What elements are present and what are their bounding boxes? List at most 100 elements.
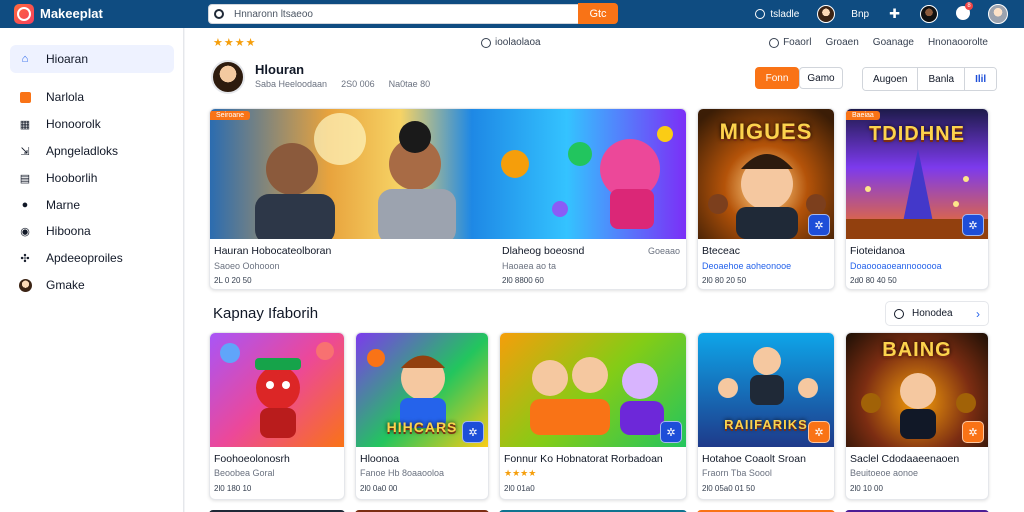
card-meta: 2l0 8800 60 — [502, 276, 544, 285]
search-value: Hnnaronn ltsaeoo — [234, 8, 313, 20]
profile-name: Hlouran — [255, 62, 305, 77]
cover-title-text: MIGUES — [719, 119, 813, 144]
card-subtitle: Haoaea ao ta — [502, 261, 557, 271]
game-button[interactable]: Gamo — [799, 67, 843, 89]
sidebar-item-label: Apngeladloks — [46, 144, 119, 158]
profile-avatar[interactable] — [211, 60, 245, 94]
segment-button[interactable]: Augoen — [863, 68, 919, 90]
sidebar-item-label: Apdeeoproiles — [46, 251, 123, 265]
top-nav-item[interactable]: Bnp — [851, 9, 869, 20]
store-icon — [18, 90, 32, 104]
main-content: ★★★★ ioolaolaoa Foaorl Groaen Goanage Hn… — [185, 28, 1024, 512]
sidebar-item-profile[interactable]: Gmake — [10, 271, 174, 299]
search-input[interactable]: Hnnaronn ltsaeoo — [208, 4, 580, 24]
download-icon: ⇲ — [20, 145, 30, 158]
sidebar-item-more[interactable]: ● Marne — [10, 191, 174, 219]
featured-card[interactable]: Seiroane Hauran Hobocateolboran Saoeo Oo… — [209, 108, 687, 290]
featured-illustration — [255, 113, 673, 244]
sidebar-item-home[interactable]: ⌂ Hioaran — [10, 45, 174, 73]
search-icon — [214, 9, 224, 19]
header-link[interactable]: Foaorl — [783, 37, 811, 48]
sidebar-item-label: Honoorolk — [46, 117, 101, 131]
sidebar-item-library[interactable]: ▤ Hooborlih — [10, 164, 174, 192]
home-icon: ⌂ — [21, 53, 29, 65]
card-title: Foohoeolonosrh — [214, 453, 290, 465]
cover-illustration — [220, 342, 334, 438]
card-meta: 2l0 05a0 01 50 — [702, 484, 755, 493]
profile-meta-item: Na0tae 80 — [388, 79, 431, 89]
game-card[interactable]: BAING ✲ Saclel Cdodaaeenaoen Beuitoeoe a… — [845, 332, 989, 500]
sidebar-item-store[interactable]: Narlola — [10, 83, 174, 111]
header-link[interactable]: Groaen — [825, 37, 858, 48]
card-subtitle: Fanoe Hb 8oaaooloa — [360, 468, 445, 478]
sidebar-item-label: Marne — [46, 198, 81, 212]
friend-avatar[interactable] — [817, 5, 836, 23]
cover-title-text: BAING — [882, 339, 952, 361]
game-card[interactable]: ✲ Fonnur Ko Hobnatorat Rorbadoan ★★★★ 2l… — [499, 332, 687, 500]
card-title: Dlaheog boeosnd — [502, 245, 585, 257]
segment-control: Augoen Banla Ilil — [862, 67, 998, 91]
user-avatar[interactable] — [988, 4, 1008, 24]
sidebar-item-label: Narlola — [46, 90, 85, 104]
clock-icon — [755, 9, 766, 19]
tab-label: ioolaolaoa — [495, 37, 541, 48]
top-right-nav: tsladle Bnp ✚ 8 — [755, 0, 1024, 28]
platform-badge-icon: ✲ — [962, 214, 984, 236]
rating-stars: ★★★★ — [213, 37, 257, 49]
clock-icon — [481, 37, 491, 48]
top-nav-item[interactable]: tsladle — [770, 9, 799, 20]
card-meta: 2d0 80 40 50 — [850, 276, 897, 285]
segment-button[interactable]: Banla — [918, 68, 966, 90]
game-card[interactable]: HIHCARS ✲ Hloonoa Fanoe Hb 8oaaooloa 2l0… — [355, 332, 489, 500]
card-subtitle: Beoobea Goral — [214, 468, 275, 478]
game-card[interactable]: RAIIFARIKS ✲ Hotahoe Coaolt Sroan Fraorn… — [697, 332, 835, 500]
segment-button[interactable]: Ilil — [965, 68, 997, 90]
profile-meta-item: Saba Heeloodaan — [255, 79, 328, 89]
app-logo-icon[interactable] — [14, 4, 34, 24]
profile-meta: Saba Heeloodaan 2S0 006 Na0tae 80 — [255, 79, 430, 89]
globe-icon: ◉ — [20, 225, 30, 238]
profile-meta-item: 2S0 006 — [341, 79, 375, 89]
card-meta: 2l0 10 00 — [850, 484, 883, 493]
card-right-label: Goeaao — [647, 246, 680, 256]
card-title: Saclel Cdodaaeenaoen — [850, 453, 960, 465]
tab-center[interactable]: ioolaolaoa — [481, 37, 541, 48]
card-title: Fioteidanoa — [850, 245, 905, 257]
sidebar-item-label: Hioaran — [46, 52, 89, 66]
featured-card[interactable]: Baeiaa TDIDHNE ✲ Fioteidanoa Doaoooaoean… — [845, 108, 989, 290]
top-bar: Makeeplat Hnnaronn ltsaeoo Gtc tsladle B… — [0, 0, 1024, 28]
see-all-button[interactable]: Honodea › — [885, 301, 989, 326]
cover-title-text: TDIDHNE — [869, 123, 965, 145]
header-link[interactable]: Goanage — [873, 37, 914, 48]
chevron-right-icon: › — [976, 306, 980, 321]
sidebar-item-globe[interactable]: ◉ Hiboona — [10, 217, 174, 245]
game-cover-image — [500, 333, 686, 447]
sidebar-item-label: Gmake — [46, 278, 85, 292]
platform-badge-icon: ✲ — [462, 421, 484, 443]
puzzle-icon[interactable]: ✚ — [889, 6, 900, 22]
card-title: Bteceac — [702, 245, 740, 257]
app-brand[interactable]: Makeeplat — [40, 6, 103, 21]
search-button[interactable]: Gtc — [578, 3, 618, 24]
card-title: Hloonoa — [360, 453, 400, 465]
follow-button[interactable]: Fonn — [755, 67, 799, 89]
section-title: Kapnay Ifaborih — [213, 305, 319, 322]
friend-avatar[interactable] — [920, 5, 938, 23]
sidebar-item-downloads[interactable]: ⇲ Apngeladloks — [10, 137, 174, 165]
game-card[interactable]: Foohoeolonosrh Beoobea Goral 2l0 180 10 — [209, 332, 345, 500]
platform-badge-icon: ✲ — [808, 214, 830, 236]
header-link[interactable]: Hnonaoorolte — [928, 37, 988, 48]
card-subtitle: Deoaehoe aoheonooe — [702, 261, 792, 271]
card-subtitle: Beuitoeoe aonoe — [850, 468, 919, 478]
notification-bell-icon[interactable]: 8 — [956, 1, 973, 23]
card-meta: 2l0 80 20 50 — [702, 276, 747, 285]
notification-badge: 8 — [965, 1, 973, 10]
sidebar-item-addons[interactable]: ✣ Apdeeoproiles — [10, 244, 174, 272]
platform-badge-icon: ✲ — [808, 421, 830, 443]
sidebar: ⌂ Hioaran Narlola ▦ Honoorolk ⇲ Apngelad… — [0, 28, 184, 512]
card-meta: 2l0 180 10 — [214, 484, 252, 493]
featured-card[interactable]: MIGUES ✲ Bteceac Deoaehoe aoheonooe 2l0 … — [697, 108, 835, 290]
card-subtitle: Doaoooaoeannoooooa — [850, 261, 942, 271]
puzzle-icon: ✣ — [20, 252, 30, 265]
sidebar-item-calendar[interactable]: ▦ Honoorolk — [10, 110, 174, 138]
